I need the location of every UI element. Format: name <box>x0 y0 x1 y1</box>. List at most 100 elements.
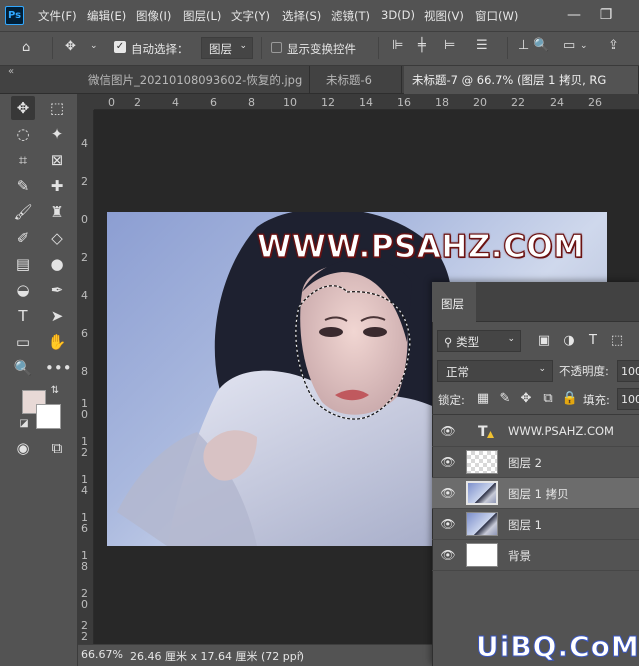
home-icon[interactable]: ⌂ <box>22 40 30 55</box>
tab-document-2[interactable]: 未标题-6 <box>318 66 402 94</box>
background-color-swatch[interactable] <box>36 404 61 429</box>
separator <box>378 37 379 59</box>
workspace-icon[interactable]: ▭ <box>563 38 575 53</box>
marquee-tool-icon[interactable]: ⬚ <box>45 96 69 120</box>
spot-heal-icon[interactable]: ✚ <box>45 174 69 198</box>
visibility-eye-icon[interactable]: 👁 <box>440 455 456 469</box>
show-transform-checkbox[interactable] <box>271 42 282 53</box>
chevron-down-icon[interactable]: ⌄ <box>580 41 588 51</box>
search-icon[interactable]: 🔍 <box>533 38 549 53</box>
stamp-tool-icon[interactable]: ♜ <box>45 200 69 224</box>
more-tools-icon[interactable]: ••• <box>45 356 72 380</box>
brush-tool-icon[interactable]: 🖌 <box>11 200 35 224</box>
lock-position-icon[interactable]: ✥ <box>517 390 535 408</box>
status-menu-arrow[interactable]: › <box>298 646 303 660</box>
filter-pixel-icon[interactable]: ▣ <box>535 332 553 350</box>
auto-select-target-dropdown[interactable]: 图层 ⌄ <box>201 37 253 59</box>
canvas-text-layer[interactable]: WWW.PSAHZ.COM <box>256 228 584 265</box>
type-tool-icon[interactable]: T <box>11 304 35 328</box>
quick-mask-icon[interactable]: ◉ <box>11 436 35 460</box>
horizontal-ruler[interactable]: 0 2 4 6 8 10 12 14 16 18 20 22 24 26 <box>94 94 639 110</box>
menu-window[interactable]: 窗口(W) <box>475 8 518 24</box>
move-tool-icon[interactable]: ✥ <box>11 96 35 120</box>
tab-layers[interactable]: 图层 <box>432 282 476 322</box>
collapse-panels-icon[interactable]: « <box>8 66 14 77</box>
layer-row-background[interactable]: 👁 背景 <box>432 540 639 571</box>
document-size: 26.46 厘米 x 17.64 厘米 (72 ppi) <box>130 650 305 663</box>
eyedropper-icon[interactable]: ✎ <box>11 174 35 198</box>
lock-all-icon[interactable]: 🔒 <box>561 390 579 408</box>
eraser-tool-icon[interactable]: ◇ <box>45 226 69 250</box>
menu-edit[interactable]: 编辑(E) <box>87 8 126 24</box>
pen-tool-icon[interactable]: ✒ <box>45 278 69 302</box>
lock-artboard-icon[interactable]: ⧉ <box>539 390 557 408</box>
ruler-tick-label: 2 <box>81 175 88 188</box>
align-right-icon[interactable]: ⊨ <box>444 38 455 53</box>
magic-wand-icon[interactable]: ✦ <box>45 122 69 146</box>
align-center-icon[interactable]: ╪ <box>418 38 426 53</box>
distribute-icon[interactable]: ☰ <box>476 38 488 53</box>
visibility-eye-icon[interactable]: 👁 <box>440 424 456 438</box>
menu-type[interactable]: 文字(Y) <box>231 8 270 24</box>
align-left-icon[interactable]: ⊫ <box>392 38 403 53</box>
menu-3d[interactable]: 3D(D) <box>381 8 415 22</box>
tab-document-3[interactable]: 未标题-7 @ 66.7% (图层 1 拷贝, RG <box>404 66 639 94</box>
chevron-down-icon[interactable]: ⌄ <box>90 41 98 51</box>
tab-document-1[interactable]: 微信图片_20210108093602-恢复的.jpg <box>80 66 310 94</box>
gradient-tool-icon[interactable]: ▤ <box>11 252 35 276</box>
layer-thumbnail <box>466 543 498 567</box>
fill-input[interactable]: 100 <box>617 388 639 410</box>
layer-row-layer2[interactable]: 👁 图层 2 <box>432 447 639 478</box>
lock-transparency-icon[interactable]: ▦ <box>474 390 492 408</box>
3d-mode-icon[interactable]: ⊥ <box>518 38 529 53</box>
auto-select-checkbox[interactable]: ✓ <box>114 41 126 53</box>
ruler-tick-label: 6 <box>81 327 88 340</box>
menu-view[interactable]: 视图(V) <box>424 8 464 24</box>
opacity-input[interactable]: 100 <box>617 360 639 382</box>
layer-name: 图层 2 <box>508 456 542 470</box>
menu-image[interactable]: 图像(I) <box>136 8 171 24</box>
photoshop-logo[interactable]: Ps <box>5 6 24 25</box>
zoom-tool-icon[interactable]: 🔍 <box>11 356 35 380</box>
visibility-eye-icon[interactable]: 👁 <box>440 517 456 531</box>
layer-filter-dropdown[interactable]: ⚲ 类型 ⌄ <box>437 330 521 352</box>
swap-colors-icon[interactable]: ⇅ <box>48 384 62 398</box>
filter-type-icon[interactable]: T <box>584 332 602 350</box>
lasso-tool-icon[interactable]: ◌ <box>11 122 35 146</box>
move-tool-icon[interactable]: ✥ <box>65 39 76 54</box>
rectangle-tool-icon[interactable]: ▭ <box>11 330 35 354</box>
ruler-corner[interactable] <box>78 94 94 110</box>
share-icon[interactable]: ⇪ <box>608 38 619 53</box>
hand-tool-icon[interactable]: ✋ <box>45 330 69 354</box>
visibility-eye-icon[interactable]: 👁 <box>440 548 456 562</box>
menu-select[interactable]: 选择(S) <box>282 8 321 24</box>
frame-tool-icon[interactable]: ⊠ <box>45 148 69 172</box>
zoom-level[interactable]: 66.67% <box>81 648 123 661</box>
history-brush-icon[interactable]: ✐ <box>11 226 35 250</box>
chevron-down-icon: ⌄ <box>507 334 515 344</box>
filter-adjustment-icon[interactable]: ◑ <box>560 332 578 350</box>
svg-text:T: T <box>478 424 488 439</box>
crop-tool-icon[interactable]: ⌗ <box>11 148 35 172</box>
screen-mode-icon[interactable]: ⧉ <box>45 436 69 460</box>
ruler-tick-label: 16 <box>397 96 411 109</box>
ruler-tick-label: 8 <box>248 96 255 109</box>
dodge-tool-icon[interactable]: ◒ <box>11 278 35 302</box>
vertical-ruler[interactable]: 4 2 0 2 4 6 8 1 0 1 2 1 4 1 6 1 8 2 0 2 … <box>78 110 94 644</box>
default-colors-icon[interactable]: ◪ <box>18 418 30 430</box>
menu-layer[interactable]: 图层(L) <box>183 8 221 24</box>
path-select-icon[interactable]: ➤ <box>45 304 69 328</box>
minimize-button[interactable]: — <box>563 4 585 26</box>
layer-row-text[interactable]: 👁 T WWW.PSAHZ.COM <box>432 416 639 447</box>
layer-row-layer1[interactable]: 👁 图层 1 <box>432 509 639 540</box>
blur-tool-icon[interactable]: ● <box>45 252 69 276</box>
menu-filter[interactable]: 滤镜(T) <box>331 8 370 24</box>
layer-row-layer1-copy[interactable]: 👁 图层 1 拷贝 <box>432 478 639 509</box>
menu-file[interactable]: 文件(F) <box>38 8 77 24</box>
filter-shape-icon[interactable]: ⬚ <box>608 332 626 350</box>
lock-pixels-icon[interactable]: ✎ <box>496 390 514 408</box>
ruler-tick-label: 1 8 <box>81 549 88 573</box>
blend-mode-dropdown[interactable]: 正常 ⌄ <box>437 360 553 382</box>
visibility-eye-icon[interactable]: 👁 <box>440 486 456 500</box>
restore-button[interactable]: ❐ <box>595 4 617 26</box>
